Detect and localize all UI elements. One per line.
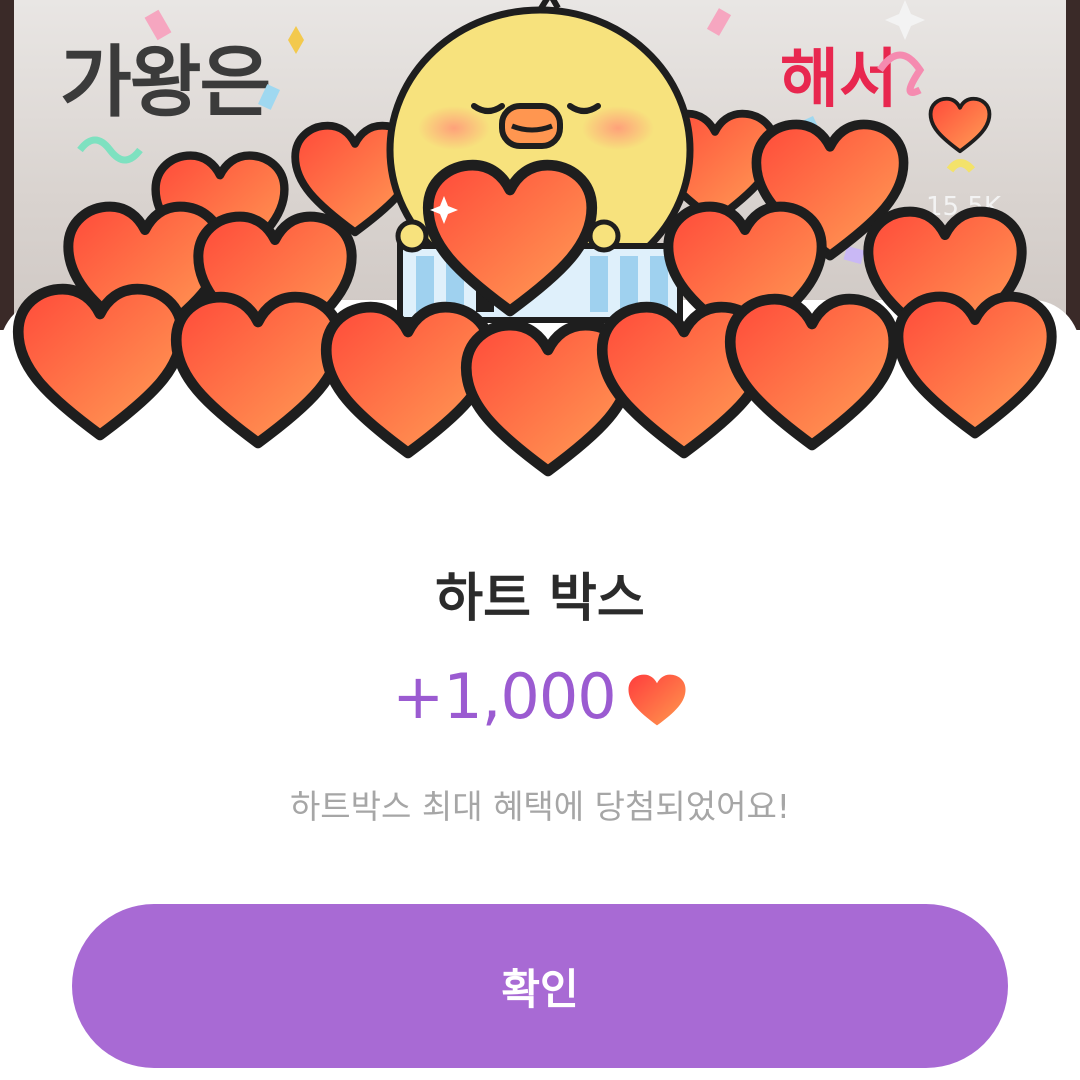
reward-row: +1,000 — [0, 660, 1080, 733]
heart-icon — [628, 674, 686, 725]
heart-box-illustration — [0, 0, 1080, 500]
confirm-button-label: 확인 — [501, 964, 579, 1014]
reward-amount: +1,000 — [392, 660, 616, 733]
dialog-title: 하트 박스 — [435, 569, 645, 629]
reward-message: 하트박스 최대 혜택에 당첨되었어요! — [289, 787, 791, 826]
confirm-button[interactable]: 확인 — [72, 904, 1008, 1068]
